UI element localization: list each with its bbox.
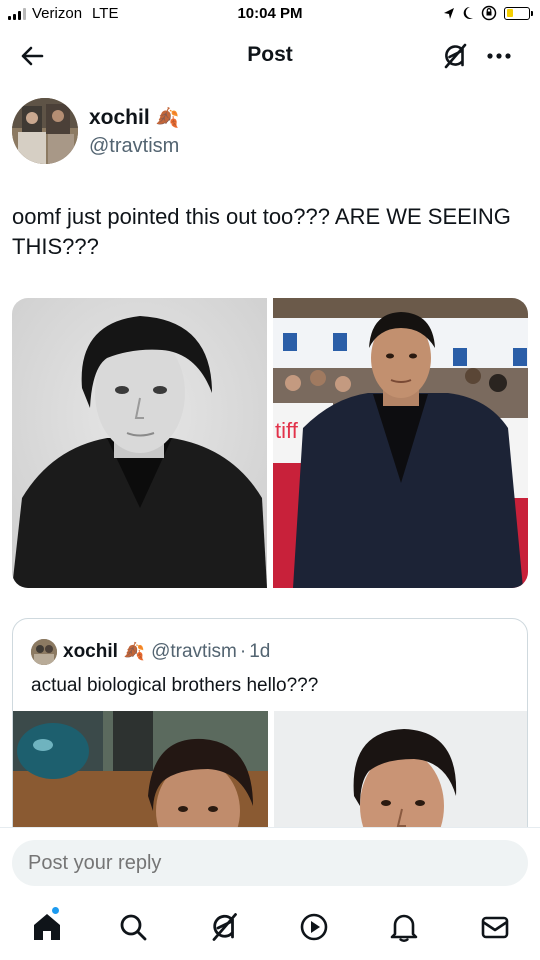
quoted-time-ago: 1d [249, 641, 271, 662]
grok-icon[interactable] [440, 41, 470, 71]
quoted-author-handle: @travtism [151, 641, 237, 662]
mail-icon[interactable] [478, 910, 512, 944]
photo-bw-portrait [12, 298, 267, 588]
battery-icon [504, 6, 533, 20]
author-handle[interactable]: @travtism [89, 135, 179, 158]
status-bar: Verizon LTE 10:04 PM [0, 0, 540, 30]
search-icon[interactable] [116, 910, 150, 944]
bottom-nav [0, 898, 540, 960]
reply-input[interactable] [12, 840, 528, 886]
avatar[interactable] [12, 98, 78, 164]
leaf-emoji: 🍂 [123, 642, 146, 661]
quoted-tweet-text: actual biological brothers hello??? [31, 675, 319, 696]
play-icon[interactable] [297, 910, 331, 944]
svg-text:tiff: tiff [275, 418, 299, 443]
separator-dot: · [239, 641, 247, 662]
quoted-tweet-header: xochil 🍂 @travtism · 1d [31, 639, 270, 665]
post-header: Post [0, 30, 540, 82]
quoted-tweet[interactable]: xochil 🍂 @travtism · 1d actual biologica… [12, 618, 528, 858]
orientation-lock-icon [481, 5, 497, 21]
photo-red-carpet: tiff [273, 298, 528, 588]
notification-dot [52, 907, 59, 914]
status-icons [443, 5, 533, 21]
avatar-photo [12, 98, 78, 164]
home-icon[interactable] [30, 910, 64, 944]
media-photo-1[interactable] [12, 298, 267, 588]
leaf-emoji: 🍂 [155, 108, 180, 129]
author-name-text: xochil [89, 106, 150, 129]
author-name[interactable]: xochil 🍂 [89, 106, 179, 130]
bell-icon[interactable] [387, 910, 421, 944]
media-grid: tiff [12, 298, 528, 588]
tweet-text: oomf just pointed this out too??? ARE WE… [12, 204, 511, 259]
quoted-avatar [31, 639, 57, 665]
location-arrow-icon [444, 7, 454, 19]
media-photo-2[interactable]: tiff [273, 298, 528, 588]
reply-area [0, 827, 540, 887]
more-dots-icon[interactable] [484, 41, 514, 71]
grok-icon[interactable] [207, 910, 241, 944]
moon-icon [463, 6, 473, 19]
quoted-author-name: xochil [63, 641, 118, 662]
